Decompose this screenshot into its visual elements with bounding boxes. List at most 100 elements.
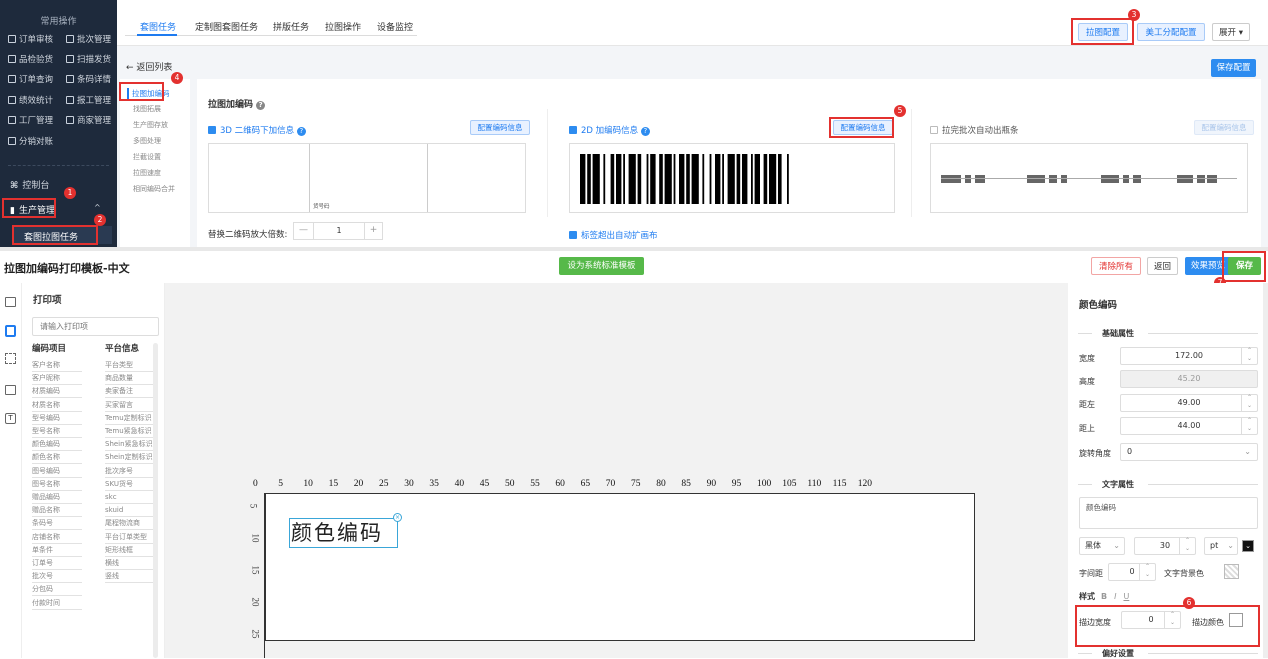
height-input[interactable]: 45.20 xyxy=(1120,370,1258,388)
font-color-picker[interactable]: ⌄ xyxy=(1242,540,1254,552)
sidebar-item[interactable]: 订单查询 xyxy=(8,73,53,85)
printer-icon[interactable] xyxy=(5,325,16,337)
print-item[interactable]: skc xyxy=(105,491,155,504)
subnav-item[interactable]: 拦截设置 xyxy=(133,152,161,162)
sidebar-item[interactable]: 订单审核 xyxy=(8,33,53,45)
unit-select[interactable]: pt ⌄ xyxy=(1204,537,1238,555)
font-size-input[interactable]: 30 ⌃ ⌄ xyxy=(1134,537,1196,555)
sidebar-item[interactable]: 批次管理 xyxy=(66,33,111,45)
print-item[interactable]: SKU货号 xyxy=(105,478,155,491)
text-content-input[interactable]: 颜色编码 xyxy=(1079,497,1258,529)
expand-button[interactable]: 展开 ▾ xyxy=(1212,23,1250,41)
tab-custom-task[interactable]: 定制图套图任务 xyxy=(195,20,258,33)
print-item[interactable]: 平台类型 xyxy=(105,359,155,372)
back-button[interactable]: 返回 xyxy=(1147,257,1178,275)
label-canvas[interactable]: 颜色编码 × xyxy=(265,493,975,641)
print-items-search-input[interactable] xyxy=(32,317,159,336)
bold-icon[interactable]: B xyxy=(1101,592,1107,601)
sidebar-item[interactable]: 报工管理 xyxy=(66,94,111,106)
print-item[interactable]: 赠品编码 xyxy=(32,491,82,504)
width-input[interactable]: 172.00 ⌃ ⌄ xyxy=(1120,347,1258,365)
top-input[interactable]: 44.00 ⌃ ⌄ xyxy=(1120,417,1258,435)
print-item[interactable]: 型号名称 xyxy=(32,425,82,438)
sidebar-item[interactable]: 分销对账 xyxy=(8,135,53,147)
print-item[interactable]: 客户名称 xyxy=(32,359,82,372)
print-item[interactable]: 批次序号 xyxy=(105,465,155,478)
chevron-up-icon[interactable]: ^ xyxy=(94,203,101,212)
print-item[interactable]: 条码号 xyxy=(32,517,82,531)
save-config-button[interactable]: 保存配置 xyxy=(1211,59,1256,77)
print-item[interactable]: 尾程物流商 xyxy=(105,517,155,531)
print-item[interactable]: 平台订单类型 xyxy=(105,531,155,544)
scrollbar[interactable] xyxy=(1263,283,1268,658)
qrcode-icon[interactable] xyxy=(5,353,16,364)
image-icon[interactable] xyxy=(5,385,16,395)
set-template-button[interactable]: 设为系统标准模板 xyxy=(559,257,644,275)
print-item[interactable]: 材质名称 xyxy=(32,399,82,412)
qr-scale-stepper[interactable]: — 1 + xyxy=(293,222,383,240)
tab-device-monitor[interactable]: 设备监控 xyxy=(377,20,413,33)
scrollbar[interactable] xyxy=(153,343,158,658)
list-icon[interactable] xyxy=(5,297,16,307)
print-item[interactable]: 单条件 xyxy=(32,544,82,557)
print-item[interactable]: Shein定制标识 xyxy=(105,451,155,465)
print-item[interactable]: 竖线 xyxy=(105,570,155,584)
print-item[interactable]: 颜色编码 xyxy=(32,438,82,452)
card2-checkbox[interactable]: 2D 加编码信息 ? xyxy=(569,124,650,136)
sidebar-item[interactable]: 品检验货 xyxy=(8,53,53,65)
print-item[interactable]: 矩形线框 xyxy=(105,544,155,557)
subnav-item[interactable]: 多图处理 xyxy=(133,136,161,146)
print-item[interactable]: 店铺名称 xyxy=(32,531,82,544)
subnav-item[interactable]: 拉图速度 xyxy=(133,168,161,178)
font-select[interactable]: 黑体 ⌄ xyxy=(1079,537,1125,555)
tab-set-task[interactable]: 套图任务 xyxy=(140,20,176,33)
text-icon[interactable]: T xyxy=(5,413,16,424)
print-item[interactable]: 批次号 xyxy=(32,570,82,584)
print-item[interactable]: 横线 xyxy=(105,557,155,570)
subnav-item[interactable]: 相同编码合并 xyxy=(133,184,175,194)
sidebar-console[interactable]: ⌘ 控制台 xyxy=(10,178,49,191)
print-item[interactable]: 图号名称 xyxy=(32,478,82,491)
print-item[interactable]: 型号编码 xyxy=(32,412,82,425)
print-item[interactable]: 赠品名称 xyxy=(32,504,82,518)
tab-layout-task[interactable]: 拼版任务 xyxy=(273,20,309,33)
sidebar-item[interactable]: 扫描发货 xyxy=(66,53,111,65)
clear-all-button[interactable]: 清除所有 xyxy=(1091,257,1141,275)
print-item[interactable]: Temu紧急标识 xyxy=(105,425,155,438)
sidebar-item[interactable]: 工厂管理 xyxy=(8,114,53,126)
print-item[interactable]: 客户昵称 xyxy=(32,372,82,386)
print-item[interactable]: 商品数量 xyxy=(105,372,155,386)
print-item[interactable]: 图号编码 xyxy=(32,465,82,478)
close-icon[interactable]: × xyxy=(393,513,402,522)
print-item[interactable]: 颜色名称 xyxy=(32,451,82,465)
italic-icon[interactable]: I xyxy=(1114,592,1116,601)
print-item[interactable]: 卖家备注 xyxy=(105,385,155,399)
canvas-text-element[interactable]: 颜色编码 xyxy=(289,518,398,548)
card1-config-button[interactable]: 配置编码信息 xyxy=(470,120,530,135)
auto-expand-checkbox[interactable]: 标签超出自动扩画布 xyxy=(569,229,658,241)
print-item[interactable]: 材质编码 xyxy=(32,385,82,399)
print-item[interactable]: 买家留言 xyxy=(105,399,155,412)
bg-color-picker[interactable] xyxy=(1224,564,1239,579)
sidebar-item[interactable]: 绩效统计 xyxy=(8,94,53,106)
print-item[interactable]: skuid xyxy=(105,504,155,518)
print-item[interactable]: Temu定制标识 xyxy=(105,412,155,425)
sidebar-item[interactable]: 条码详情 xyxy=(66,73,111,85)
print-item[interactable]: 订单号 xyxy=(32,557,82,570)
qr-scale-value[interactable]: 1 xyxy=(314,223,364,239)
card1-checkbox[interactable]: 3D 二维码下加信息 ? xyxy=(208,124,306,136)
spacing-input[interactable]: 0 ⌃ ⌄ xyxy=(1108,563,1156,581)
subnav-item[interactable]: 生产图存放 xyxy=(133,120,168,130)
subnav-item[interactable]: 找图拓展 xyxy=(133,104,161,114)
print-item[interactable]: Shein紧急标识 xyxy=(105,438,155,452)
plus-icon[interactable]: + xyxy=(364,223,382,239)
print-item[interactable]: 分包码 xyxy=(32,583,82,597)
card3-checkbox[interactable]: 拉完批次自动出瓶条 xyxy=(930,124,1019,136)
left-input[interactable]: 49.00 ⌃ ⌄ xyxy=(1120,394,1258,412)
print-item[interactable]: 付款时间 xyxy=(32,597,82,610)
back-link[interactable]: ← 返回列表 xyxy=(126,60,172,73)
art-config-button[interactable]: 美工分配配置 xyxy=(1137,23,1205,41)
sidebar-item[interactable]: 商家管理 xyxy=(66,114,111,126)
minus-icon[interactable]: — xyxy=(294,223,314,239)
underline-icon[interactable]: U xyxy=(1123,592,1129,601)
